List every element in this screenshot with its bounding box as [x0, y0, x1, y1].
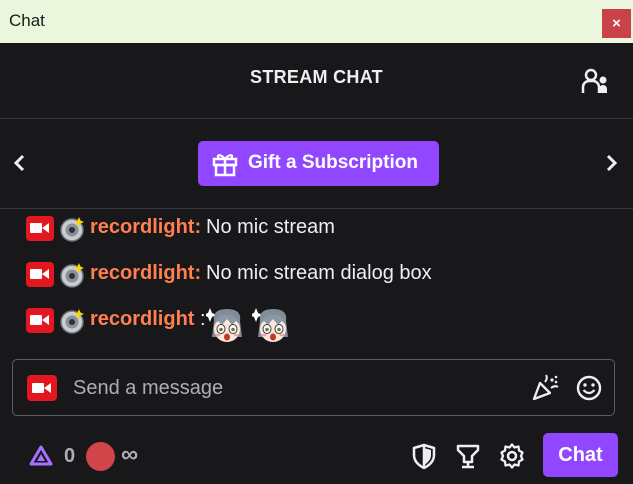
message-text: No mic stream	[206, 216, 335, 238]
shield-icon[interactable]	[410, 442, 438, 470]
channel-points-icon[interactable]	[28, 444, 54, 470]
message-text: :	[200, 308, 206, 330]
gift-icon	[212, 154, 238, 177]
camera-icon	[26, 308, 54, 333]
gift-bar: Gift a Subscription	[0, 119, 633, 209]
record-badge-icon	[60, 217, 84, 242]
message-input-box	[12, 359, 615, 416]
page-title: STREAM CHAT	[250, 67, 383, 87]
message-text: No mic stream dialog box	[206, 262, 432, 284]
chat-header: STREAM CHAT	[0, 43, 633, 119]
points-count: 0	[64, 445, 76, 467]
chevron-right-icon[interactable]	[603, 153, 619, 173]
record-badge-icon	[60, 309, 84, 334]
chat-message: recordlight :	[26, 305, 326, 347]
username[interactable]: recordlight:	[90, 216, 201, 239]
record-badge-icon	[60, 263, 84, 288]
anime-girl-emote[interactable]	[206, 305, 248, 347]
send-chat-button[interactable]: Chat	[543, 433, 618, 477]
username[interactable]: recordlight:	[90, 262, 201, 285]
window-title: Chat	[9, 11, 45, 30]
window-titlebar: Chat ×	[0, 0, 633, 43]
camera-icon	[26, 216, 54, 241]
gift-subscription-button[interactable]: Gift a Subscription	[198, 141, 439, 186]
gift-subscription-label: Gift a Subscription	[248, 152, 418, 173]
anime-girl-emote[interactable]	[252, 305, 294, 347]
message-input[interactable]	[71, 372, 515, 404]
infinity-label: ∞	[121, 441, 139, 468]
emote-picker-icon[interactable]	[575, 374, 603, 402]
chat-message: recordlight: No mic stream	[26, 213, 446, 243]
camera-icon	[26, 262, 54, 287]
chat-message: recordlight: No mic stream dialog box	[26, 259, 466, 289]
close-button[interactable]: ×	[602, 9, 631, 38]
community-icon[interactable]	[581, 68, 609, 94]
camera-icon[interactable]	[27, 375, 57, 401]
settings-gear-icon[interactable]	[498, 442, 526, 470]
chevron-left-icon[interactable]	[12, 153, 28, 173]
trophy-icon[interactable]	[454, 442, 482, 470]
party-popper-icon[interactable]	[531, 374, 559, 402]
username[interactable]: recordlight	[90, 308, 194, 331]
chat-footer: 0 ∞ Chat	[0, 425, 633, 484]
status-dot	[86, 442, 115, 471]
